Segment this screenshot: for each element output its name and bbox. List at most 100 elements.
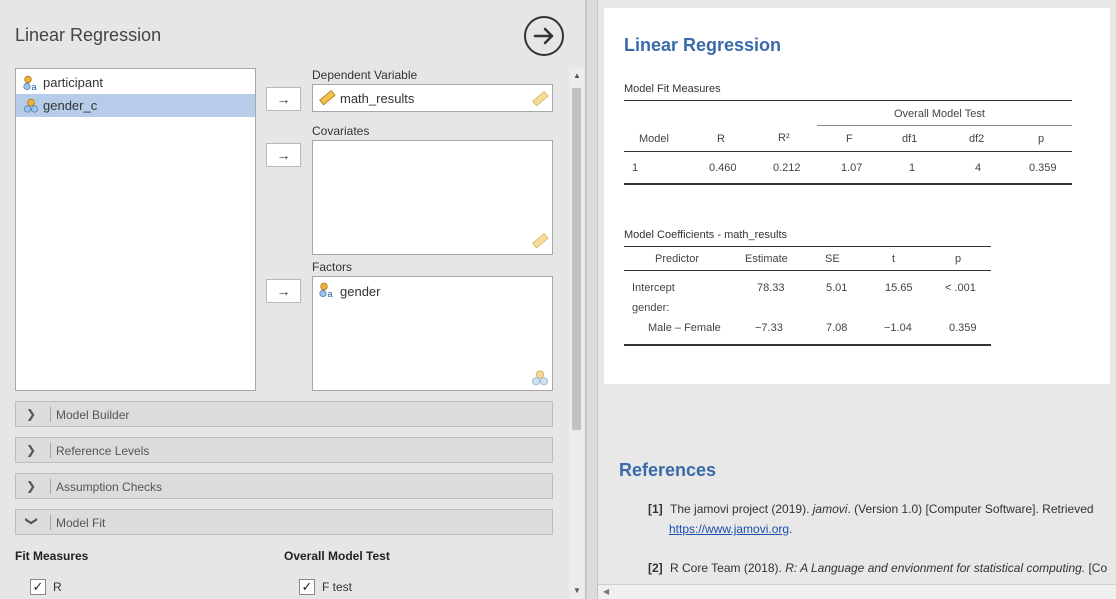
fit-group-header: Overall Model Test xyxy=(894,108,985,120)
checkbox-r-label: R xyxy=(53,580,62,594)
coef-table-caption: Model Coefficients - math_results xyxy=(624,229,788,241)
continuous-ruler-icon xyxy=(319,89,336,106)
reference-text: R Core Team (2018). xyxy=(670,561,786,575)
section-model-fit[interactable]: ❯ Model Fit xyxy=(15,509,553,535)
variable-list[interactable]: a participant gender_c xyxy=(15,68,256,391)
ruler-hint-icon xyxy=(532,232,549,249)
reference-title: R: A Language and envionment for statist… xyxy=(785,561,1086,575)
move-to-factors-button[interactable]: → xyxy=(266,279,301,303)
reference-2: [2] R Core Team (2018). R: A Language an… xyxy=(648,561,1107,575)
jamovi-link[interactable]: https://www.jamovi.org xyxy=(669,522,789,536)
covariates-label: Covariates xyxy=(312,124,370,138)
checkbox-f-test-label: F test xyxy=(322,580,353,594)
checkbox-f-test[interactable]: ✓ xyxy=(299,579,315,595)
references-title: References xyxy=(619,460,717,480)
move-to-dependent-button[interactable]: → xyxy=(266,87,301,111)
fit-cell: 1.07 xyxy=(841,162,863,174)
coef-cell: 78.33 xyxy=(757,282,785,294)
nominal-icon xyxy=(23,98,39,113)
section-label: Model Fit xyxy=(56,516,106,530)
table-rule xyxy=(624,151,1072,152)
coef-cell: < .001 xyxy=(945,282,976,294)
variable-item-gender-c[interactable]: gender_c xyxy=(16,94,255,117)
options-panel: Linear Regression a participant gender_c… xyxy=(0,0,586,599)
fit-cell: 1 xyxy=(909,162,916,174)
coef-cell: 5.01 xyxy=(826,282,848,294)
coef-cell: 0.359 xyxy=(949,322,977,334)
chevron-right-icon: ❯ xyxy=(26,479,37,493)
fit-cell: 0.212 xyxy=(773,162,801,174)
fit-header: R xyxy=(717,133,725,145)
panel-splitter[interactable] xyxy=(586,0,598,599)
fit-header: F xyxy=(846,133,853,145)
scroll-up-icon[interactable]: ▲ xyxy=(573,71,581,80)
factors-label: Factors xyxy=(312,260,353,274)
section-label: Model Builder xyxy=(56,408,130,422)
checkbox-r[interactable]: ✓ xyxy=(30,579,46,595)
fit-cell: 1 xyxy=(632,162,639,174)
move-to-covariates-button[interactable]: → xyxy=(266,143,301,167)
fit-header: df1 xyxy=(902,133,918,145)
coef-header: t xyxy=(892,253,896,265)
options-scrollbar[interactable]: ▲ ▼ xyxy=(569,68,584,599)
nominal-text-icon: a xyxy=(319,282,333,298)
run-arrow-button[interactable] xyxy=(524,16,564,56)
results-horizontal-scrollbar[interactable]: ◀ xyxy=(598,584,1116,599)
fit-cell: 4 xyxy=(975,162,982,174)
reference-1-link-line: https://www.jamovi.org. xyxy=(669,522,792,536)
scroll-thumb[interactable] xyxy=(572,88,581,430)
fit-header: df2 xyxy=(969,133,985,145)
factors-box[interactable]: a gender xyxy=(312,276,553,391)
fit-cell: 0.359 xyxy=(1029,162,1057,174)
scroll-left-icon[interactable]: ◀ xyxy=(603,587,609,596)
fit-table-caption: Model Fit Measures xyxy=(624,83,721,95)
reference-text: [Co xyxy=(1085,561,1108,575)
results-panel: Linear Regression Model Fit Measures Ove… xyxy=(598,0,1116,599)
analysis-title: Linear Regression xyxy=(15,25,162,45)
fit-header: Model xyxy=(639,133,669,145)
fit-header: p xyxy=(1038,133,1045,145)
section-assumption-checks[interactable]: ❯ Assumption Checks xyxy=(15,473,553,499)
covariates-box[interactable] xyxy=(312,140,553,255)
nominal-text-icon: a xyxy=(23,75,37,91)
results-title: Linear Regression xyxy=(624,35,782,55)
overall-model-test-heading: Overall Model Test xyxy=(284,549,390,563)
variable-label: participant xyxy=(43,75,103,90)
section-model-builder[interactable]: ❯ Model Builder xyxy=(15,401,553,427)
fit-cell: 0.460 xyxy=(709,162,737,174)
coef-cell: Male – Female xyxy=(648,322,721,334)
reference-number: [2] xyxy=(648,561,663,575)
coef-cell: −1.04 xyxy=(884,322,912,334)
factor-value: gender xyxy=(340,284,381,299)
coef-cell: 7.08 xyxy=(826,322,848,334)
dependent-variable-value: math_results xyxy=(340,91,415,106)
dependent-variable-box[interactable]: math_results xyxy=(312,84,553,112)
table-rule xyxy=(624,100,1072,101)
variable-label: gender_c xyxy=(43,98,98,113)
reference-title: jamovi xyxy=(812,502,848,516)
section-reference-levels[interactable]: ❯ Reference Levels xyxy=(15,437,553,463)
fit-header: R² xyxy=(778,132,790,144)
svg-text:a: a xyxy=(32,82,37,91)
coef-cell: Intercept xyxy=(632,282,675,294)
coef-cell: gender: xyxy=(632,302,670,314)
table-rule xyxy=(624,183,1072,185)
reference-text: . (Version 1.0) [Computer Software]. Ret… xyxy=(847,502,1094,516)
variable-item-participant[interactable]: a participant xyxy=(16,71,255,94)
scroll-down-icon[interactable]: ▼ xyxy=(573,586,581,595)
coef-header: SE xyxy=(825,253,840,265)
section-label: Assumption Checks xyxy=(56,480,163,494)
nominal-hint-icon xyxy=(532,370,548,386)
ruler-hint-icon xyxy=(532,90,549,107)
coef-header: p xyxy=(955,253,962,265)
chevron-right-icon: ❯ xyxy=(26,443,37,457)
dependent-variable-label: Dependent Variable xyxy=(312,68,418,82)
arrow-right-icon xyxy=(533,27,554,45)
svg-text:a: a xyxy=(328,289,333,298)
coef-header: Predictor xyxy=(655,253,700,265)
reference-number: [1] xyxy=(648,502,663,516)
reference-text: . xyxy=(789,522,793,536)
chevron-down-icon: ❯ xyxy=(25,516,39,527)
coef-header: Estimate xyxy=(745,253,788,265)
section-label: Reference Levels xyxy=(56,444,150,458)
